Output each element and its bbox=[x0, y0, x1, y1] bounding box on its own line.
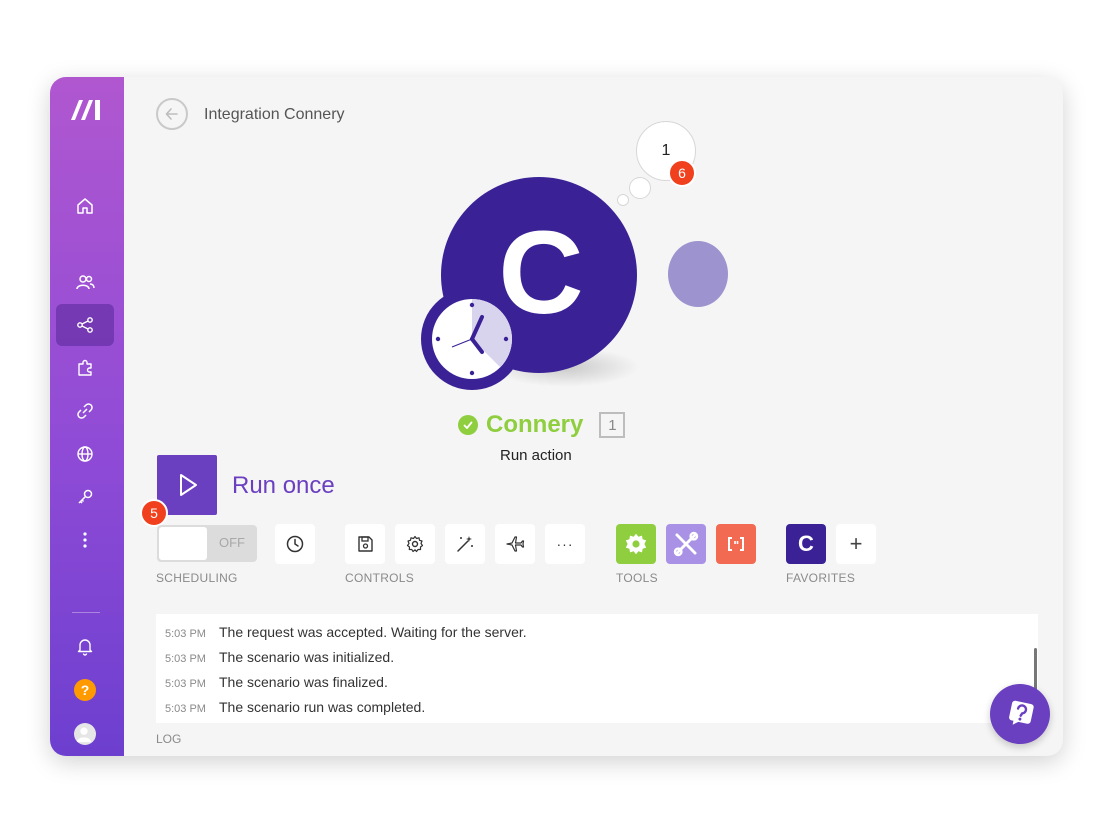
gear-icon bbox=[406, 535, 424, 553]
module-action: Run action bbox=[500, 447, 572, 464]
support-chat-button[interactable] bbox=[990, 684, 1050, 744]
log-time: 5:03 PM bbox=[165, 678, 206, 690]
gear-icon bbox=[625, 533, 647, 555]
toggle-state: OFF bbox=[219, 535, 245, 550]
play-icon bbox=[180, 474, 197, 496]
log-message: The scenario was finalized. bbox=[219, 674, 388, 690]
sidebar-item-webhooks[interactable] bbox=[56, 433, 114, 475]
home-icon bbox=[77, 198, 93, 214]
module-id-badge: 1 bbox=[599, 412, 626, 438]
back-button[interactable] bbox=[156, 98, 188, 130]
operations-count: 1 bbox=[661, 142, 671, 159]
wrench-screwdriver-icon bbox=[673, 531, 699, 557]
success-check-icon bbox=[458, 415, 478, 435]
avatar bbox=[74, 723, 96, 745]
tools-utilities-button[interactable] bbox=[666, 524, 706, 564]
scheduling-label: SCHEDULING bbox=[156, 571, 238, 585]
sidebar-item-keys[interactable] bbox=[56, 476, 114, 518]
add-favorite-button[interactable]: + bbox=[836, 524, 876, 564]
sidebar-item-team[interactable] bbox=[56, 261, 114, 303]
log-message: The request was accepted. Waiting for th… bbox=[219, 624, 527, 640]
scenario-settings-button[interactable] bbox=[395, 524, 435, 564]
more-controls-button[interactable]: ··· bbox=[545, 524, 585, 564]
log-panel[interactable]: 5:03 PM The request was accepted. Waitin… bbox=[156, 614, 1038, 723]
log-entry: 5:03 PM The scenario was finalized. bbox=[165, 674, 388, 690]
plus-icon: + bbox=[849, 531, 863, 556]
log-entry: 5:03 PM The request was accepted. Waitin… bbox=[165, 624, 527, 640]
puzzle-icon bbox=[78, 359, 92, 376]
auto-align-button[interactable] bbox=[445, 524, 485, 564]
log-time: 5:03 PM bbox=[165, 653, 206, 665]
clock-icon bbox=[286, 535, 304, 553]
module-connector-handle[interactable] bbox=[668, 241, 728, 307]
tools-json-button[interactable] bbox=[716, 524, 756, 564]
sidebar-divider bbox=[72, 612, 100, 613]
module-title-row: Connery 1 bbox=[458, 411, 626, 439]
log-scrollbar[interactable] bbox=[1034, 648, 1037, 692]
sidebar-item-help[interactable]: ? bbox=[56, 669, 114, 711]
magic-wand-icon bbox=[457, 536, 473, 552]
schedule-clock-button[interactable] bbox=[421, 288, 523, 390]
airplane-icon bbox=[506, 536, 525, 552]
sidebar-item-apps[interactable] bbox=[56, 347, 114, 389]
make-logo[interactable] bbox=[67, 97, 107, 123]
help-chat-icon bbox=[1009, 700, 1034, 725]
globe-icon bbox=[77, 446, 93, 462]
more-horizontal-icon: ··· bbox=[556, 536, 574, 552]
run-once-label[interactable]: Run once bbox=[232, 472, 335, 500]
log-label: LOG bbox=[156, 732, 182, 746]
logo-icon bbox=[71, 100, 100, 120]
sidebar-item-notifications[interactable] bbox=[56, 625, 114, 667]
toggle-knob bbox=[159, 527, 207, 560]
tools-label: TOOLS bbox=[616, 571, 658, 585]
key-icon bbox=[78, 489, 93, 504]
bubble-dot-medium bbox=[629, 177, 651, 199]
connery-favorite-letter: C bbox=[798, 531, 814, 556]
module-name: Connery bbox=[486, 411, 584, 438]
sidebar: ? bbox=[50, 77, 124, 756]
clock-icon bbox=[432, 299, 512, 379]
log-time: 5:03 PM bbox=[165, 628, 206, 640]
log-entry: 5:03 PM The scenario run was completed. bbox=[165, 699, 425, 715]
log-message: The scenario run was completed. bbox=[219, 699, 426, 715]
bubble-dot-small bbox=[617, 194, 629, 206]
bell-icon bbox=[77, 639, 93, 656]
scheduling-toggle[interactable]: OFF bbox=[157, 525, 257, 562]
team-icon bbox=[76, 275, 95, 290]
app-window: ? Integration Connery 1 6 C Connery 1 Ru… bbox=[50, 77, 1063, 756]
arrow-left-icon bbox=[165, 108, 178, 120]
log-time: 5:03 PM bbox=[165, 703, 206, 715]
save-icon bbox=[358, 536, 373, 552]
tools-flow-control-button[interactable] bbox=[616, 524, 656, 564]
log-entry: 5:03 PM The scenario was initialized. bbox=[165, 649, 394, 665]
sidebar-item-more[interactable] bbox=[56, 519, 114, 561]
breadcrumb-title: Integration Connery bbox=[204, 106, 345, 123]
scenario-canvas[interactable]: Integration Connery 1 6 C Connery 1 Run … bbox=[124, 77, 1063, 756]
tutorial-badge-6: 6 bbox=[668, 159, 696, 187]
favorites-label: FAVORITES bbox=[786, 571, 856, 585]
favorite-connery-button[interactable]: C bbox=[786, 524, 826, 564]
explain-flow-button[interactable] bbox=[495, 524, 535, 564]
schedule-settings-button[interactable] bbox=[275, 524, 315, 564]
sidebar-item-connections[interactable] bbox=[56, 390, 114, 432]
sidebar-item-scenarios[interactable] bbox=[56, 304, 114, 346]
user-icon bbox=[76, 727, 92, 743]
controls-label: CONTROLS bbox=[345, 571, 415, 585]
more-vertical-icon bbox=[83, 532, 87, 548]
brackets-icon bbox=[728, 537, 744, 551]
sidebar-item-profile[interactable] bbox=[56, 713, 114, 755]
tutorial-badge-5: 5 bbox=[140, 499, 168, 527]
log-message: The scenario was initialized. bbox=[219, 649, 395, 665]
help-icon: ? bbox=[74, 679, 96, 701]
scenarios-icon bbox=[77, 317, 93, 333]
sidebar-item-home[interactable] bbox=[56, 185, 114, 227]
link-icon bbox=[77, 403, 93, 419]
save-button[interactable] bbox=[345, 524, 385, 564]
